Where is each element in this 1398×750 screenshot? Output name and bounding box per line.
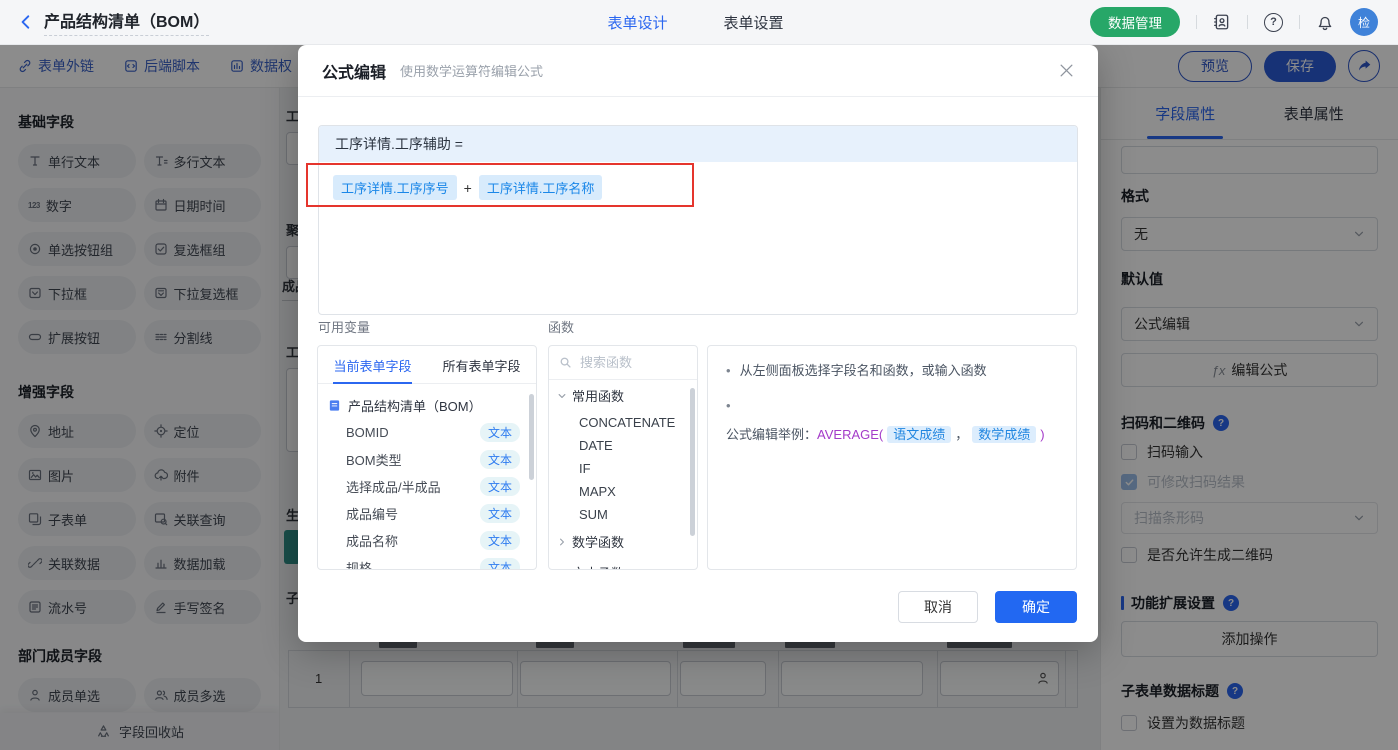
topbar-tabs: 表单设计 表单设置 bbox=[607, 12, 783, 33]
tab-all-form-fields[interactable]: 所有表单字段 bbox=[427, 346, 536, 383]
variables-label: 可用变量 bbox=[318, 320, 371, 335]
help-line-1: 从左侧面板选择字段名和函数，或输入函数 bbox=[739, 363, 987, 378]
variable-item[interactable]: BOM类型 文本 bbox=[318, 446, 536, 473]
divider bbox=[1299, 15, 1300, 29]
function-item[interactable]: MAPX bbox=[549, 480, 697, 503]
formula-edit-modal: 公式编辑 使用数学运算符编辑公式 工序详情.工序辅助 = 工序详情.工序序号 +… bbox=[298, 45, 1098, 642]
bullet: • bbox=[726, 398, 731, 414]
annotation-red-box bbox=[306, 163, 694, 207]
avatar[interactable]: 检 bbox=[1350, 8, 1378, 36]
document-icon bbox=[328, 399, 341, 412]
chevron-right-icon bbox=[557, 568, 567, 570]
help-icon[interactable]: ? bbox=[1264, 12, 1283, 32]
variables-panel: 当前表单字段 所有表单字段 产品结构清单（BOM） BOMID 文本 BOM类型文… bbox=[317, 345, 537, 570]
chevron-down-icon bbox=[557, 391, 567, 401]
back-icon[interactable] bbox=[18, 14, 34, 30]
function-close: ) bbox=[1040, 427, 1045, 443]
function-item[interactable]: DATE bbox=[549, 434, 697, 457]
function-group-math[interactable]: 数学函数 bbox=[549, 526, 697, 557]
contacts-icon[interactable] bbox=[1213, 13, 1231, 31]
modal-title: 公式编辑 bbox=[322, 64, 387, 82]
search-function-input[interactable] bbox=[578, 354, 674, 371]
modal-subtitle: 使用数学运算符编辑公式 bbox=[400, 64, 544, 79]
type-tag: 文本 bbox=[479, 477, 520, 496]
example-field-chip: 数学成绩 bbox=[972, 426, 1037, 444]
formula-editor: 工序详情.工序辅助 = 工序详情.工序序号 + 工序详情.工序名称 bbox=[318, 125, 1078, 315]
help-line-2: 公式编辑举例：AVERAGE(语文成绩，数学成绩) bbox=[726, 426, 1045, 444]
type-tag: 文本 bbox=[479, 504, 520, 523]
page-title: 产品结构清单（BOM） bbox=[44, 8, 210, 36]
modal-header: 公式编辑 使用数学运算符编辑公式 bbox=[298, 45, 1098, 97]
tab-current-form-fields[interactable]: 当前表单字段 bbox=[318, 346, 427, 384]
functions-panel: 常用函数 CONCATENATE DATE IF MAPX SUM 数学函数 文… bbox=[548, 345, 698, 570]
example-field-chip: 语文成绩 bbox=[887, 426, 952, 444]
bell-icon[interactable] bbox=[1316, 13, 1334, 31]
search-icon bbox=[559, 356, 572, 369]
confirm-button[interactable]: 确定 bbox=[995, 591, 1077, 623]
help-panel: • 从左侧面板选择字段名和函数，或输入函数 • 公式编辑举例：AVERAGE(语… bbox=[707, 345, 1077, 570]
variable-item[interactable]: 选择成品/半成品 文本 bbox=[318, 473, 536, 500]
divider bbox=[1247, 15, 1248, 29]
chevron-right-icon bbox=[557, 537, 567, 547]
function-group-common[interactable]: 常用函数 bbox=[549, 380, 697, 411]
variable-item[interactable]: 规格 文本 bbox=[318, 554, 536, 569]
bullet: • bbox=[726, 363, 731, 378]
function-name: AVERAGE( bbox=[817, 427, 884, 443]
type-tag: 文本 bbox=[479, 450, 520, 469]
close-icon[interactable] bbox=[1059, 63, 1074, 78]
tab-form-design[interactable]: 表单设计 bbox=[607, 12, 667, 33]
scrollbar-thumb[interactable] bbox=[690, 388, 695, 536]
function-item[interactable]: IF bbox=[549, 457, 697, 480]
function-item[interactable]: CONCATENATE bbox=[549, 411, 697, 434]
function-group-text[interactable]: 文本函数 bbox=[549, 557, 697, 570]
data-manage-button[interactable]: 数据管理 bbox=[1090, 7, 1180, 37]
formula-target: 工序详情.工序辅助 = bbox=[319, 126, 1077, 162]
type-tag: 文本 bbox=[479, 531, 520, 550]
scrollbar-thumb[interactable] bbox=[529, 394, 534, 480]
app-screen: 产品结构清单（BOM） 表单设计 表单设置 数据管理 ? 检 表单外链 后端脚本… bbox=[0, 0, 1398, 750]
type-tag: 文本 bbox=[479, 423, 520, 442]
variable-item[interactable]: BOMID 文本 bbox=[318, 419, 536, 446]
divider bbox=[1196, 15, 1197, 29]
function-item[interactable]: SUM bbox=[549, 503, 697, 526]
cancel-button[interactable]: 取消 bbox=[898, 591, 978, 623]
variable-item[interactable]: 成品编号 文本 bbox=[318, 500, 536, 527]
variable-item[interactable]: 成品名称 文本 bbox=[318, 527, 536, 554]
topbar: 产品结构清单（BOM） 表单设计 表单设置 数据管理 ? 检 bbox=[0, 0, 1398, 45]
tab-form-settings[interactable]: 表单设置 bbox=[723, 12, 783, 33]
tree-root-form[interactable]: 产品结构清单（BOM） bbox=[318, 392, 536, 419]
type-tag: 文本 bbox=[479, 558, 520, 569]
functions-label: 函数 bbox=[548, 320, 575, 335]
